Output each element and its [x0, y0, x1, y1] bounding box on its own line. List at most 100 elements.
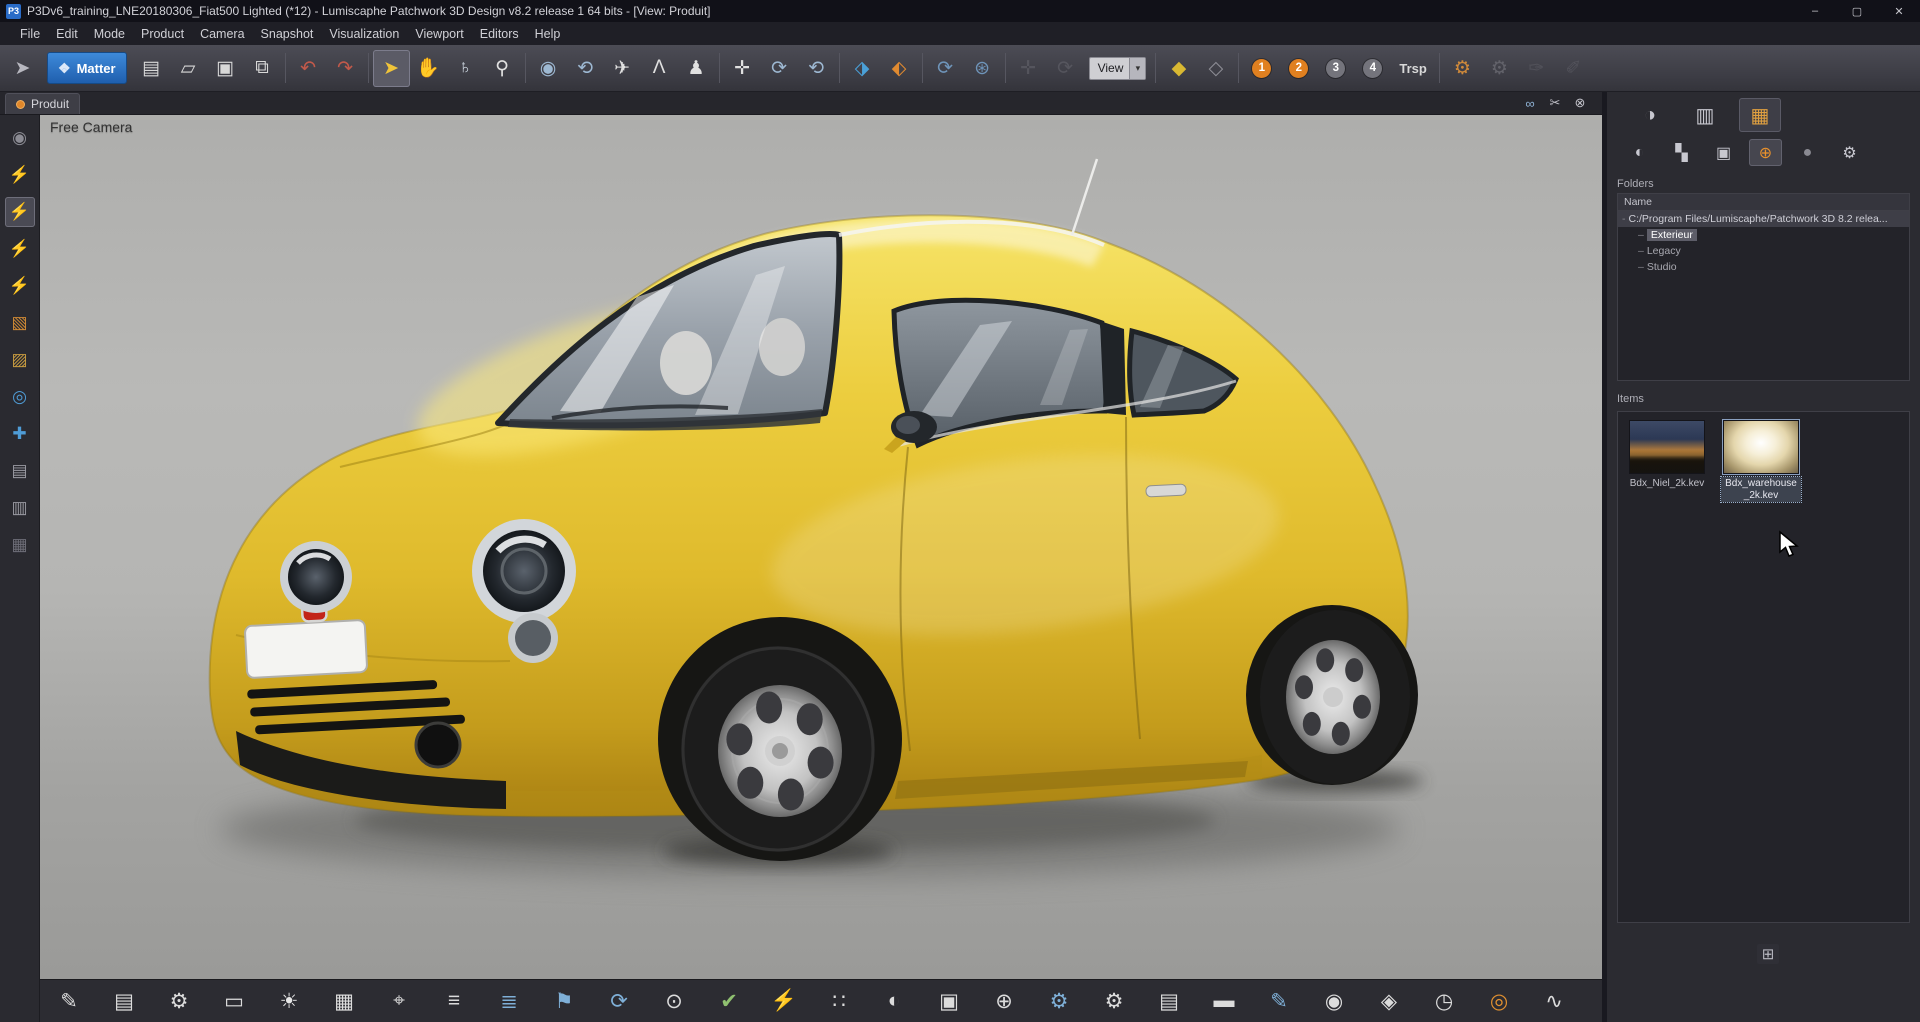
config-slot-1[interactable]: 1: [1243, 50, 1280, 87]
walk-mode-tool[interactable]: Λ: [641, 50, 678, 87]
image-dark-icon[interactable]: ▦: [5, 530, 35, 560]
pan-tool[interactable]: ✋: [410, 50, 447, 87]
new-document-button[interactable]: ▤: [133, 50, 170, 87]
environment-image-icon[interactable]: ▨: [5, 345, 35, 375]
layers-stack-icon[interactable]: ≣: [492, 983, 526, 1019]
config-slot-2[interactable]: 2: [1280, 50, 1317, 87]
zoom-tool[interactable]: ⚲: [484, 50, 521, 87]
config-slot-3[interactable]: 3: [1317, 50, 1354, 87]
settings-gears-button[interactable]: ⚙: [1444, 50, 1481, 87]
view-mode-dropdown[interactable]: View▾: [1089, 57, 1147, 80]
save-all-button[interactable]: ⧉: [244, 50, 281, 87]
snap-target-tool[interactable]: ⊛: [964, 50, 1001, 87]
shading-tab[interactable]: ◑: [1629, 98, 1671, 132]
menu-editors[interactable]: Editors: [472, 25, 527, 43]
lightmap-icon[interactable]: ⚡: [767, 983, 801, 1019]
select-tool[interactable]: ➤: [373, 50, 410, 87]
materials-subtab[interactable]: ◐: [1623, 139, 1656, 166]
rotate-manipulator[interactable]: ⟳: [761, 50, 798, 87]
add-view-icon[interactable]: ✚: [5, 419, 35, 449]
layer-up-button[interactable]: ◆: [1160, 50, 1197, 87]
measure-icon[interactable]: ▬: [1207, 983, 1241, 1019]
image-settings-icon[interactable]: ⚙: [162, 983, 196, 1019]
image-text-icon[interactable]: ▥: [5, 493, 35, 523]
tree-item-exterieur[interactable]: –Exterieur: [1618, 227, 1909, 243]
camera-track-icon[interactable]: ◉: [1317, 983, 1351, 1019]
link-view-icon[interactable]: ∞: [1520, 93, 1540, 113]
thumbnail-view-toggle[interactable]: ⊞: [1757, 944, 1779, 964]
fly-mode-tool[interactable]: ✈: [604, 50, 641, 87]
matter-mode-icon[interactable]: ⚡: [5, 160, 35, 190]
images-subtab[interactable]: ▣: [1707, 139, 1740, 166]
menu-product[interactable]: Product: [133, 25, 192, 43]
library-tab[interactable]: ▦: [1739, 98, 1781, 132]
task-list-icon[interactable]: ∷: [822, 983, 856, 1019]
power-icon[interactable]: ◉: [5, 123, 35, 153]
annotation-icon[interactable]: ✎: [1262, 983, 1296, 1019]
menu-snapshot[interactable]: Snapshot: [253, 25, 322, 43]
frame-icon[interactable]: ▣: [932, 983, 966, 1019]
close-button[interactable]: ✕: [1878, 0, 1920, 22]
tone-mapping-icon[interactable]: ◐: [877, 983, 911, 1019]
save-button[interactable]: ▣: [207, 50, 244, 87]
menu-visualization[interactable]: Visualization: [321, 25, 407, 43]
minimize-button[interactable]: –: [1794, 0, 1836, 22]
menu-viewport[interactable]: Viewport: [407, 25, 471, 43]
tab-produit[interactable]: Produit: [5, 93, 80, 114]
tree-expander-icon[interactable]: -: [1622, 213, 1626, 225]
menu-edit[interactable]: Edit: [48, 25, 86, 43]
media-library-icon[interactable]: ▦: [327, 983, 361, 1019]
timeline-icon[interactable]: ▤: [1152, 983, 1186, 1019]
history-clock-icon[interactable]: ◷: [1427, 983, 1461, 1019]
environment-settings-icon[interactable]: ⚙: [1042, 983, 1076, 1019]
stats-tab[interactable]: ▥: [1684, 98, 1726, 132]
visibility-icon[interactable]: ⊙: [657, 983, 691, 1019]
orbit-view-icon[interactable]: ◎: [5, 382, 35, 412]
camera-tool[interactable]: ◉: [530, 50, 567, 87]
item-bdx-warehouse[interactable]: Bdx_warehouse_2k.kev: [1720, 420, 1802, 502]
viewport-pointer-icon[interactable]: ➤: [4, 50, 41, 87]
translate-manipulator[interactable]: ✛: [724, 50, 761, 87]
environment-icon[interactable]: ⊕: [987, 983, 1021, 1019]
adjust-sliders-icon[interactable]: ≡: [437, 983, 471, 1019]
curve-editor-icon[interactable]: ∿: [1537, 983, 1571, 1019]
undo-button[interactable]: ↶: [290, 50, 327, 87]
photo-editor-icon[interactable]: ▤: [107, 983, 141, 1019]
image-slot-icon[interactable]: ▤: [5, 456, 35, 486]
spheres-subtab[interactable]: ●: [1791, 139, 1824, 166]
config-slot-4[interactable]: 4: [1354, 50, 1391, 87]
environments-subtab[interactable]: ⊕: [1749, 139, 1782, 166]
matter-mode-button[interactable]: ❖ Matter: [47, 52, 127, 84]
matter-export-icon[interactable]: ⚡: [5, 234, 35, 264]
close-view-icon[interactable]: ⊗: [1570, 93, 1590, 113]
camera-orbit-tool[interactable]: ⟲: [567, 50, 604, 87]
transparency-button[interactable]: Trsp: [1391, 50, 1434, 87]
location-pin-icon[interactable]: ⚑: [547, 983, 581, 1019]
orbit-tool[interactable]: ♄: [447, 50, 484, 87]
sun-lighting-icon[interactable]: ☀: [272, 983, 306, 1019]
tree-item-studio[interactable]: –Studio: [1618, 259, 1909, 275]
matter-transfer-icon[interactable]: ⚡: [5, 271, 35, 301]
matter-edit-icon[interactable]: ⚡: [5, 197, 35, 227]
target-focus-icon[interactable]: ◎: [1482, 983, 1516, 1019]
item-bdx-niel[interactable]: Bdx_Niel_2k.kev: [1626, 420, 1708, 491]
screen-capture-icon[interactable]: ▭: [217, 983, 251, 1019]
open-folder-button[interactable]: ▱: [170, 50, 207, 87]
gizmo-position-icon[interactable]: ⌖: [382, 983, 416, 1019]
redo-button[interactable]: ↷: [327, 50, 364, 87]
tree-header-name[interactable]: Name: [1618, 194, 1909, 211]
paint-tool-orange[interactable]: ⬖: [881, 50, 918, 87]
menu-mode[interactable]: Mode: [86, 25, 133, 43]
rotate-tool-disabled[interactable]: ⟳: [1047, 50, 1084, 87]
checker-subtab[interactable]: ▚: [1665, 139, 1698, 166]
validate-layers-icon[interactable]: ✔: [712, 983, 746, 1019]
turntable-icon[interactable]: ⟳: [602, 983, 636, 1019]
brush-disabled[interactable]: ✑: [1518, 50, 1555, 87]
menu-file[interactable]: File: [12, 25, 48, 43]
scale-manipulator[interactable]: ⟲: [798, 50, 835, 87]
surface-editor-icon[interactable]: ✎: [52, 983, 86, 1019]
paint-tool-blue[interactable]: ⬗: [844, 50, 881, 87]
move-tool-disabled[interactable]: ✛: [1010, 50, 1047, 87]
pen-disabled[interactable]: ✐: [1555, 50, 1592, 87]
layer-down-button[interactable]: ◇: [1197, 50, 1234, 87]
